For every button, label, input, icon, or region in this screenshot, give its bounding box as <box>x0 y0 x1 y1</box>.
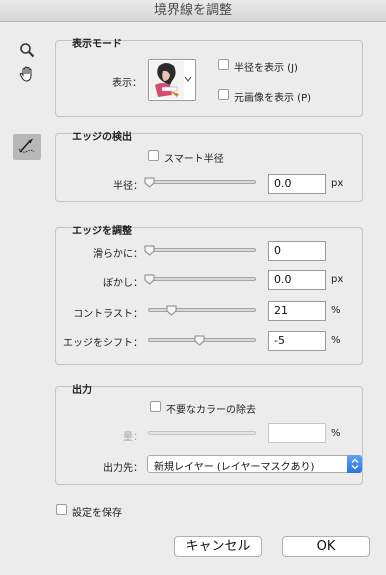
view-mode-title: 表示モード <box>72 39 122 50</box>
contrast-field[interactable]: 21 <box>268 301 326 321</box>
feather-slider[interactable] <box>144 274 256 285</box>
view-mode-dropdown[interactable] <box>148 59 196 101</box>
output-to-select[interactable]: 新規レイヤー (レイヤーマスクあり) <box>147 455 362 473</box>
shift-edge-label: エッジをシフト： <box>63 338 143 349</box>
amount-unit: % <box>331 428 341 439</box>
contrast-label: コントラスト： <box>73 309 143 320</box>
chevron-down-icon <box>184 75 192 86</box>
radius-slider[interactable] <box>144 177 256 188</box>
smooth-slider[interactable] <box>144 245 256 256</box>
smart-radius-label: スマート半径 <box>164 154 224 165</box>
view-label: 表示： <box>112 78 142 89</box>
title-bar: 境界線を調整 <box>0 0 386 22</box>
slider-knob[interactable] <box>144 245 155 256</box>
output-title: 出力 <box>72 385 92 396</box>
refine-radius-tool-button[interactable] <box>13 134 41 160</box>
remember-settings-checkbox[interactable] <box>56 504 67 515</box>
shift-edge-slider[interactable] <box>148 335 256 346</box>
hand-icon <box>18 65 36 86</box>
decontaminate-label: 不要なカラーの除去 <box>166 405 256 416</box>
ok-button[interactable]: OK <box>282 536 370 557</box>
edge-detection-title: エッジの検出 <box>72 132 132 143</box>
show-radius-checkbox[interactable] <box>218 59 229 70</box>
zoom-icon <box>19 42 35 61</box>
amount-label: 量： <box>123 432 143 443</box>
radius-label: 半径： <box>113 181 143 192</box>
radius-field[interactable]: 0.0 <box>268 174 326 194</box>
amount-slider[interactable] <box>148 431 256 435</box>
smart-radius-checkbox[interactable] <box>148 150 159 161</box>
show-radius-label: 半径を表示 (J) <box>234 63 298 74</box>
shift-edge-unit: % <box>331 335 341 346</box>
contrast-slider[interactable] <box>148 305 256 316</box>
refine-radius-brush-icon <box>17 137 37 158</box>
radius-unit: px <box>331 178 344 189</box>
updown-chevron-icon <box>347 455 362 473</box>
feather-field[interactable]: 0.0 <box>268 270 326 290</box>
show-original-checkbox[interactable] <box>218 89 229 100</box>
output-to-value: 新規レイヤー (レイヤーマスクあり) <box>154 462 315 473</box>
feather-label: ぼかし： <box>103 278 143 289</box>
slider-knob[interactable] <box>144 177 155 188</box>
zoom-tool-button[interactable] <box>13 38 41 64</box>
adjust-edge-title: エッジを調整 <box>72 226 132 237</box>
decontaminate-checkbox[interactable] <box>150 401 161 412</box>
slider-knob[interactable] <box>144 274 155 285</box>
slider-knob[interactable] <box>166 305 177 316</box>
slider-knob[interactable] <box>194 335 205 346</box>
window-title: 境界線を調整 <box>153 3 232 18</box>
view-preview-image <box>150 61 184 102</box>
show-original-label: 元画像を表示 (P) <box>234 93 312 104</box>
feather-unit: px <box>331 274 344 285</box>
cancel-button[interactable]: キャンセル <box>174 536 262 557</box>
smooth-field[interactable]: 0 <box>268 241 326 261</box>
amount-field[interactable] <box>268 423 326 443</box>
shift-edge-field[interactable]: -5 <box>268 331 326 351</box>
smooth-label: 滑らかに： <box>93 249 143 260</box>
hand-tool-button[interactable] <box>13 62 41 88</box>
contrast-unit: % <box>331 305 341 316</box>
output-to-label: 出力先： <box>103 463 143 474</box>
remember-settings-label: 設定を保存 <box>72 508 122 519</box>
